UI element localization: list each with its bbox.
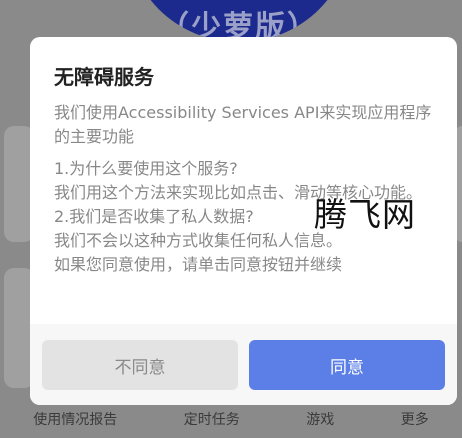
nav-item-more[interactable]: 更多: [401, 409, 429, 429]
dialog-title: 无障碍服务: [54, 65, 154, 89]
dialog-question-1: 1.为什么要使用这个服务?: [54, 159, 238, 178]
app-logo-text: （少萝版）: [159, 10, 319, 42]
nav-item-usage-report[interactable]: 使用情况报告: [33, 409, 117, 429]
nav-item-games[interactable]: 游戏: [306, 409, 334, 429]
app-logo-badge: （少萝版）: [126, 0, 352, 42]
nav-item-scheduled-tasks[interactable]: 定时任务: [184, 409, 240, 429]
dialog-note: 如果您同意使用，请单击同意按钮并继续: [54, 255, 343, 274]
agree-button[interactable]: 同意: [249, 340, 445, 390]
dialog-intro: 我们使用Accessibility Services API来实现应用程序的主要…: [54, 103, 432, 146]
watermark-text: 腾飞网: [314, 195, 416, 234]
bottom-nav: 使用情况报告 定时任务 游戏 更多: [0, 400, 462, 438]
dialog-footer: 不同意 同意: [30, 324, 457, 405]
decline-button[interactable]: 不同意: [42, 340, 238, 390]
